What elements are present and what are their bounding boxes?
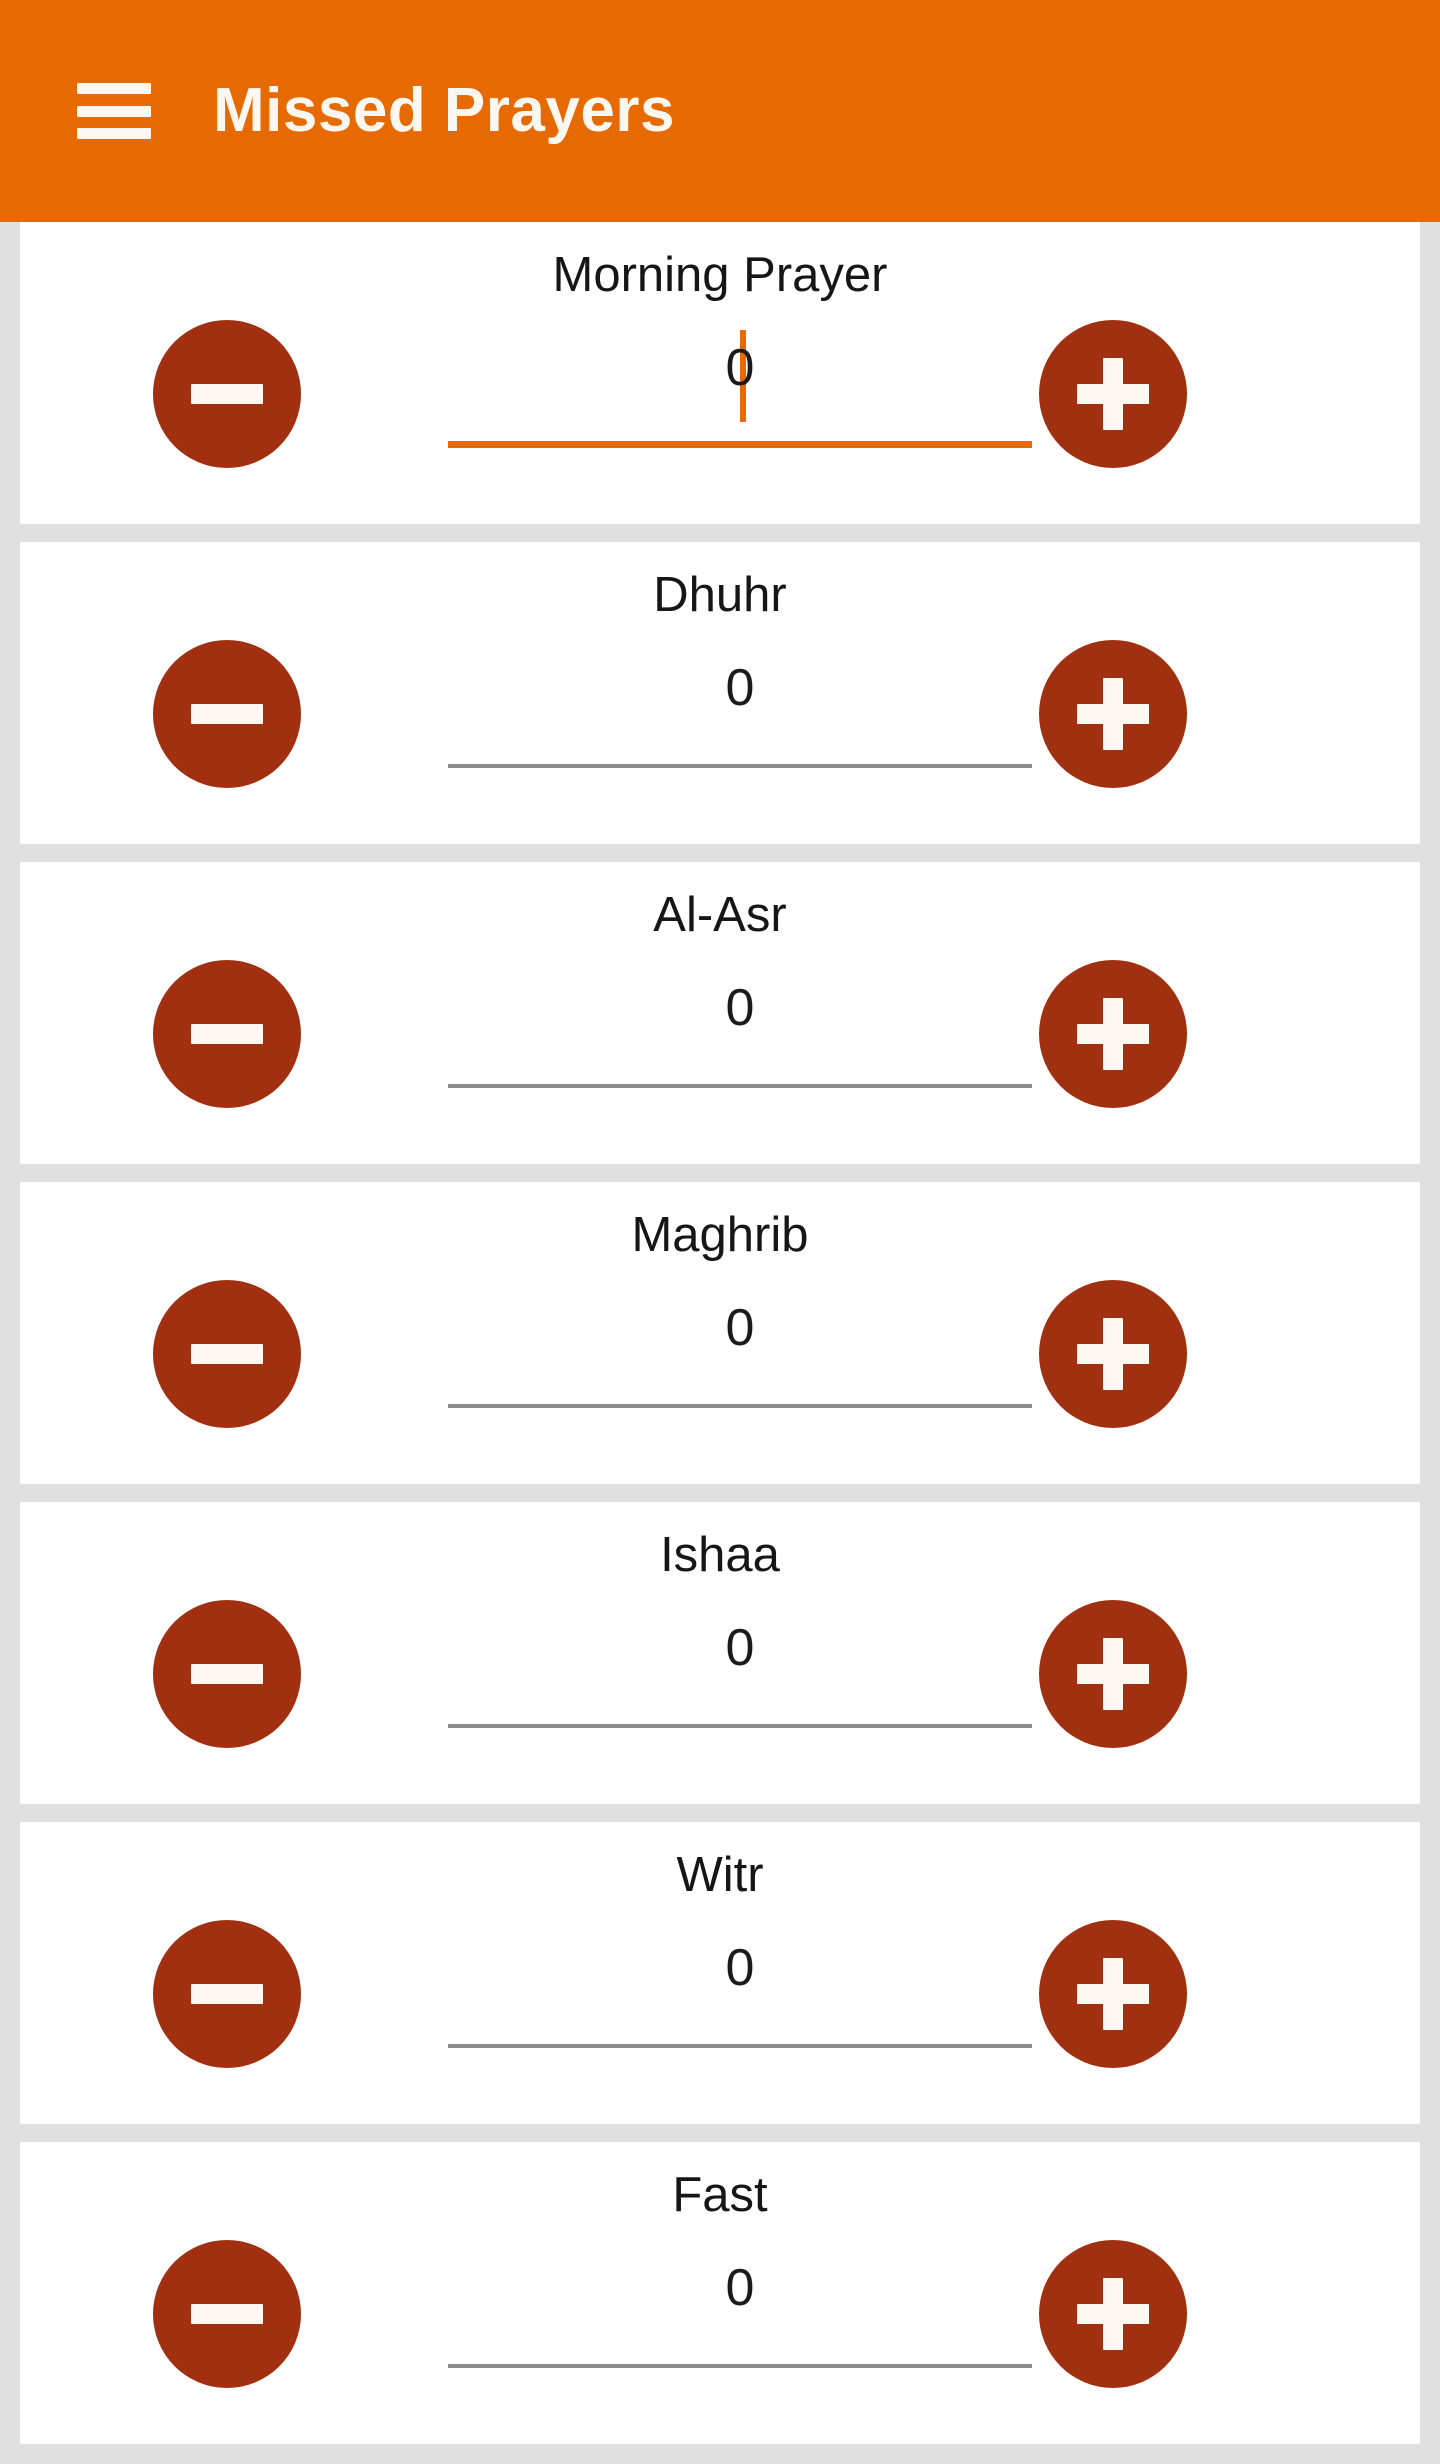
count-input[interactable]: 0 — [448, 1600, 1032, 1748]
page-title: Missed Prayers — [213, 76, 675, 145]
increment-button[interactable] — [1039, 320, 1187, 468]
minus-icon — [191, 2304, 263, 2324]
input-underline — [448, 1404, 1032, 1408]
increment-button[interactable] — [1039, 1600, 1187, 1748]
count-input[interactable]: 0 — [448, 2240, 1032, 2388]
prayer-counter-card: Witr 0 — [20, 1822, 1420, 2124]
counter-row: 0 — [20, 1920, 1420, 2090]
hamburger-bar-bottom — [77, 128, 151, 139]
prayer-counter-card: Maghrib 0 — [20, 1182, 1420, 1484]
count-input[interactable]: 0 — [448, 320, 1032, 468]
prayer-name-label: Ishaa — [660, 1528, 780, 1582]
decrement-button[interactable] — [153, 320, 301, 468]
input-underline — [448, 1084, 1032, 1088]
plus-icon — [1103, 358, 1123, 430]
hamburger-bar-top — [77, 83, 151, 94]
count-input[interactable]: 0 — [448, 1280, 1032, 1428]
prayer-counter-card: Al-Asr 0 — [20, 862, 1420, 1164]
prayer-counter-card: Dhuhr 0 — [20, 542, 1420, 844]
prayer-name-label: Al-Asr — [653, 888, 787, 942]
decrement-button[interactable] — [153, 960, 301, 1108]
prayer-name-label: Dhuhr — [653, 568, 787, 622]
counter-row: 0 — [20, 640, 1420, 810]
input-underline — [448, 1724, 1032, 1728]
app-bar: Missed Prayers — [0, 0, 1440, 222]
plus-icon — [1103, 1318, 1123, 1390]
prayer-counter-list: Morning Prayer 0 Dhuhr 0 Al-Asr 0 Maghrib 0 Isha… — [0, 222, 1440, 2444]
input-underline — [448, 2364, 1032, 2368]
count-value: 0 — [725, 1299, 755, 1357]
counter-row: 0 — [20, 320, 1420, 490]
minus-icon — [191, 1984, 263, 2004]
increment-button[interactable] — [1039, 960, 1187, 1108]
prayer-name-label: Morning Prayer — [552, 248, 888, 302]
prayer-counter-card: Fast 0 — [20, 2142, 1420, 2444]
plus-icon — [1103, 1958, 1123, 2030]
plus-icon — [1103, 2278, 1123, 2350]
prayer-counter-card: Ishaa 0 — [20, 1502, 1420, 1804]
count-input[interactable]: 0 — [448, 1920, 1032, 2068]
decrement-button[interactable] — [153, 2240, 301, 2388]
minus-icon — [191, 1664, 263, 1684]
counter-row: 0 — [20, 1280, 1420, 1450]
count-value: 0 — [725, 979, 755, 1037]
count-value: 0 — [725, 2259, 755, 2317]
decrement-button[interactable] — [153, 640, 301, 788]
counter-row: 0 — [20, 1600, 1420, 1770]
count-input[interactable]: 0 — [448, 960, 1032, 1108]
increment-button[interactable] — [1039, 1280, 1187, 1428]
prayer-name-label: Fast — [672, 2168, 768, 2222]
minus-icon — [191, 1024, 263, 1044]
count-value: 0 — [725, 1619, 755, 1677]
counter-row: 0 — [20, 960, 1420, 1130]
minus-icon — [191, 704, 263, 724]
plus-icon — [1103, 1638, 1123, 1710]
increment-button[interactable] — [1039, 640, 1187, 788]
increment-button[interactable] — [1039, 2240, 1187, 2388]
input-underline — [448, 764, 1032, 768]
hamburger-menu-icon[interactable] — [77, 83, 151, 139]
count-value: 0 — [725, 1939, 755, 1997]
plus-icon — [1103, 998, 1123, 1070]
plus-icon — [1103, 678, 1123, 750]
minus-icon — [191, 384, 263, 404]
input-underline — [448, 441, 1032, 448]
prayer-counter-card: Morning Prayer 0 — [20, 222, 1420, 524]
prayer-name-label: Witr — [676, 1848, 764, 1902]
count-value: 0 — [725, 339, 755, 397]
decrement-button[interactable] — [153, 1920, 301, 2068]
decrement-button[interactable] — [153, 1280, 301, 1428]
count-input[interactable]: 0 — [448, 640, 1032, 788]
prayer-name-label: Maghrib — [631, 1208, 809, 1262]
minus-icon — [191, 1344, 263, 1364]
increment-button[interactable] — [1039, 1920, 1187, 2068]
hamburger-bar-middle — [77, 105, 151, 117]
decrement-button[interactable] — [153, 1600, 301, 1748]
input-underline — [448, 2044, 1032, 2048]
counter-row: 0 — [20, 2240, 1420, 2410]
count-value: 0 — [725, 659, 755, 717]
